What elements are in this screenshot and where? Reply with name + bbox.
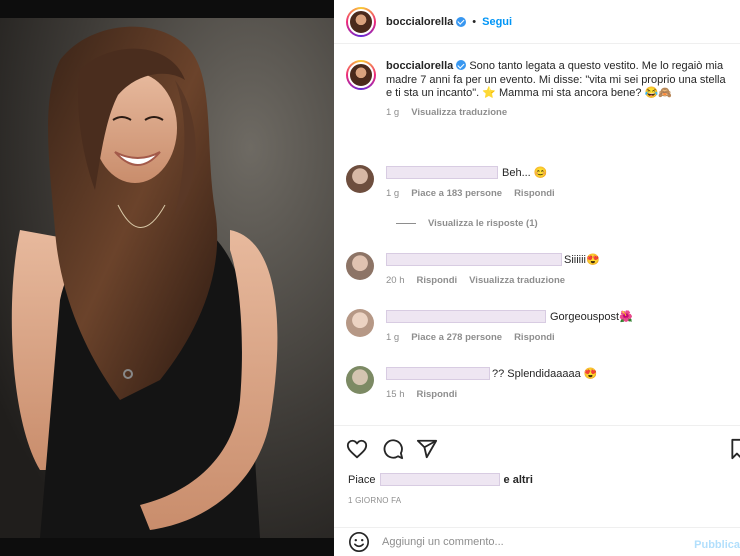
- comment-likes[interactable]: Piace a 183 persone: [411, 188, 502, 199]
- author-avatar[interactable]: [346, 6, 376, 37]
- heart-icon[interactable]: [346, 438, 368, 460]
- author-username[interactable]: boccialorella: [386, 16, 453, 28]
- comment-item: ?? Splendidaaaaa 😍 15 h Rispondi: [346, 366, 732, 400]
- redacted-username: [386, 366, 490, 380]
- verified-badge-icon: [456, 60, 467, 70]
- bookmark-icon[interactable]: [730, 438, 740, 460]
- view-replies-label: Visualizza le risposte (1): [428, 218, 538, 229]
- commenter-avatar[interactable]: [346, 165, 374, 193]
- separator-dot: •: [472, 15, 477, 28]
- commenter-avatar[interactable]: [346, 366, 374, 394]
- post-details-panel: boccialorella • Segui boccialorella Sono…: [334, 0, 740, 556]
- caption-translate-link[interactable]: Visualizza traduzione: [411, 107, 507, 118]
- share-icon[interactable]: [416, 438, 438, 460]
- comment-time[interactable]: 1 g: [386, 332, 399, 343]
- redacted-username: [386, 309, 546, 323]
- comment-item: Gorgeouspost🌺 1 g Piace a 278 persone Ri…: [346, 309, 732, 343]
- reply-button[interactable]: Rispondi: [417, 389, 458, 400]
- comment-translate-link[interactable]: Visualizza traduzione: [469, 275, 565, 286]
- comment-item: Beh... 😊 1 g Piace a 183 persone Rispond…: [346, 165, 732, 199]
- comment-text: Beh... 😊: [502, 166, 548, 179]
- follow-button[interactable]: Segui: [482, 16, 512, 28]
- caption-avatar[interactable]: [346, 60, 376, 90]
- emoji-icon[interactable]: [348, 531, 370, 553]
- redacted-username: [386, 165, 498, 179]
- comment-time[interactable]: 20 h: [386, 275, 405, 286]
- reply-button[interactable]: Rispondi: [514, 332, 555, 343]
- comment-likes[interactable]: Piace a 278 persone: [411, 332, 502, 343]
- caption-meta: 1 g Visualizza traduzione: [386, 107, 732, 118]
- comment-icon[interactable]: [382, 438, 404, 460]
- post-date[interactable]: 1 GIORNO FA: [348, 496, 401, 505]
- publish-button[interactable]: Pubblica: [694, 539, 740, 551]
- likes-summary[interactable]: Piace e altri: [348, 473, 533, 486]
- comment-time[interactable]: 15 h: [386, 389, 405, 400]
- post-header: boccialorella • Segui: [334, 0, 740, 44]
- comment-input[interactable]: Aggiungi un commento...: [382, 536, 504, 548]
- replies-divider: [396, 223, 416, 224]
- comment-text: Siiiiii😍: [564, 253, 600, 266]
- commenter-avatar[interactable]: [346, 309, 374, 337]
- comment-item: Siiiiii😍 20 h Rispondi Visualizza traduz…: [346, 252, 732, 286]
- comment-text: Gorgeouspost🌺: [550, 310, 633, 323]
- comment-time[interactable]: 1 g: [386, 188, 399, 199]
- caption-text: boccialorella Sono tanto legata a questo…: [386, 60, 732, 101]
- post-caption: boccialorella Sono tanto legata a questo…: [346, 60, 732, 118]
- likes-suffix[interactable]: e altri: [504, 474, 533, 486]
- view-replies-link[interactable]: Visualizza le risposte (1): [396, 218, 538, 229]
- commenter-avatar[interactable]: [346, 252, 374, 280]
- redacted-username: [386, 252, 562, 266]
- caption-time[interactable]: 1 g: [386, 107, 399, 118]
- post-image: [0, 0, 334, 556]
- reply-button[interactable]: Rispondi: [417, 275, 458, 286]
- verified-badge-icon: [456, 16, 467, 27]
- post-photo[interactable]: [0, 0, 334, 556]
- caption-username[interactable]: boccialorella: [386, 60, 453, 72]
- comment-text: ?? Splendidaaaaa 😍: [492, 367, 598, 380]
- likes-prefix: Piace: [348, 473, 376, 486]
- post-actions-bar: [334, 425, 740, 471]
- add-comment-bar: Aggiungi un commento... Pubblica: [334, 527, 740, 556]
- redacted-liker: [379, 473, 500, 486]
- reply-button[interactable]: Rispondi: [514, 188, 555, 199]
